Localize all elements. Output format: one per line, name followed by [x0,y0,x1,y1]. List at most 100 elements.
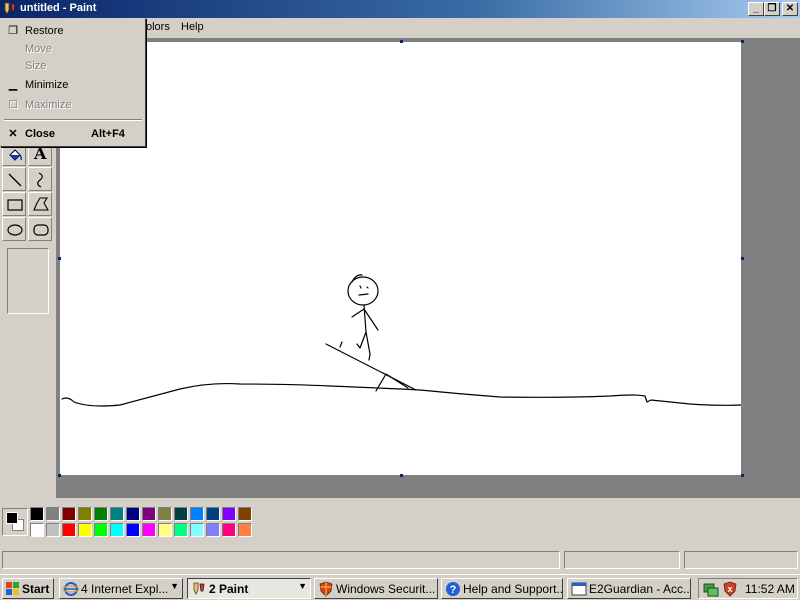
resize-handle[interactable] [400,40,403,43]
curve-tool[interactable] [28,167,52,191]
current-colors[interactable] [2,508,28,536]
menu-item-size[interactable]: Size [3,57,143,75]
windows-logo-icon [6,582,19,595]
menu-item-restore[interactable]: ❐ Restore [3,22,143,40]
rectangle-tool[interactable] [2,192,26,216]
status-position-pane [564,551,680,569]
resize-handle[interactable] [741,257,744,260]
resize-handle[interactable] [58,474,61,477]
network-icon[interactable] [703,581,719,597]
palette-color-swatch[interactable] [142,523,156,537]
paint-icon [193,582,205,595]
rounded-rectangle-icon [33,224,49,236]
palette-color-swatch[interactable] [174,507,188,521]
line-tool[interactable] [2,167,26,191]
security-shield-icon [319,581,333,597]
palette-color-swatch[interactable] [142,507,156,521]
task-label: Help and Support... [463,582,563,596]
group-arrow-icon: ▼ [298,581,307,591]
close-button[interactable]: ✕ [782,2,798,16]
drawing-stick-figure-surfer [61,274,742,407]
menu-colors[interactable]: olors [146,21,170,33]
taskbar-button-internet-explorer[interactable]: 4 Internet Expl... ▼ [59,578,183,599]
taskbar-button-paint[interactable]: 2 Paint ▼ [187,578,311,599]
palette-color-swatch[interactable] [126,523,140,537]
internet-explorer-icon [63,582,79,596]
polygon-tool[interactable] [28,192,52,216]
color-box [0,498,800,548]
minimize-icon: ▁ [8,79,18,91]
task-label: Windows Securit... [336,582,436,596]
palette-color-swatch[interactable] [126,507,140,521]
palette-color-swatch[interactable] [62,507,76,521]
palette-color-swatch[interactable] [158,523,172,537]
palette-color-swatch[interactable] [222,507,236,521]
palette-color-swatch[interactable] [206,523,220,537]
palette-color-swatch[interactable] [238,523,252,537]
restore-icon: ❐ [8,25,18,37]
palette-color-swatch[interactable] [78,507,92,521]
palette-color-swatch[interactable] [190,523,204,537]
palette-color-swatch[interactable] [190,507,204,521]
taskbar-button-help-and-support[interactable]: ? Help and Support... [441,578,563,599]
ellipse-icon [7,224,23,236]
palette-color-swatch[interactable] [94,523,108,537]
palette-color-swatch[interactable] [94,507,108,521]
palette-color-swatch[interactable] [30,523,44,537]
restore-button[interactable]: ❐ [764,2,780,16]
title-bar[interactable]: untitled - Paint _ ❐ ✕ [0,0,800,18]
taskbar-button-e2guardian[interactable]: E2Guardian - Acc... [567,578,691,599]
polygon-icon [33,197,49,211]
menu-item-label: Minimize [25,79,69,91]
system-menu: ❐ Restore Move Size ▁ Minimize ☐ Maximiz… [0,18,146,147]
menu-item-maximize[interactable]: ☐ Maximize [3,96,143,114]
resize-handle[interactable] [400,474,403,477]
taskbar-button-windows-security[interactable]: Windows Securit... [314,578,438,599]
palette-color-swatch[interactable] [174,523,188,537]
palette-color-swatch[interactable] [46,507,60,521]
minimize-button[interactable]: _ [748,2,764,16]
menu-item-move[interactable]: Move [3,40,143,58]
palette-color-swatch[interactable] [46,523,60,537]
line-icon [8,173,22,187]
status-help-pane [2,551,560,569]
palette-color-swatch[interactable] [158,507,172,521]
palette-color-swatch[interactable] [222,523,236,537]
menu-item-label: Restore [25,25,64,37]
ellipse-tool[interactable] [2,217,26,241]
task-label: 4 Internet Expl... [81,582,169,596]
help-icon: ? [446,582,460,596]
palette-color-swatch[interactable] [206,507,220,521]
menu-item-label: Close [25,128,55,140]
palette-color-swatch[interactable] [78,523,92,537]
taskbar: Start 4 Internet Expl... ▼ 2 Paint ▼ Win… [0,574,800,600]
menu-item-close[interactable]: ✕ Close Alt+F4 [3,125,143,143]
paint-app-icon[interactable] [2,1,18,17]
menu-item-minimize[interactable]: ▁ Minimize [3,76,143,94]
clock[interactable]: 11:52 AM [745,582,795,596]
rounded-rectangle-tool[interactable] [28,217,52,241]
maximize-icon: ☐ [8,99,18,111]
start-button[interactable]: Start [2,578,54,599]
rectangle-icon [7,199,23,211]
palette-color-swatch[interactable] [62,523,76,537]
palette-color-swatch[interactable] [110,523,124,537]
canvas-work-area[interactable] [56,38,800,498]
resize-handle[interactable] [741,40,744,43]
palette-color-swatch[interactable] [30,507,44,521]
status-size-pane [684,551,798,569]
menu-item-label: Maximize [25,99,72,111]
tool-options-box[interactable] [7,248,49,314]
close-icon: ✕ [8,128,18,140]
security-alert-icon[interactable]: x [722,581,738,597]
menu-help[interactable]: Help [181,21,204,33]
resize-handle[interactable] [58,257,61,260]
drawing-canvas[interactable] [60,42,742,475]
task-label: E2Guardian - Acc... [589,582,691,596]
curve-icon [37,172,43,188]
menu-item-shortcut: Alt+F4 [91,128,125,140]
palette-color-swatch[interactable] [238,507,252,521]
svg-text:x: x [727,584,732,594]
palette-color-swatch[interactable] [110,507,124,521]
resize-handle[interactable] [741,474,744,477]
